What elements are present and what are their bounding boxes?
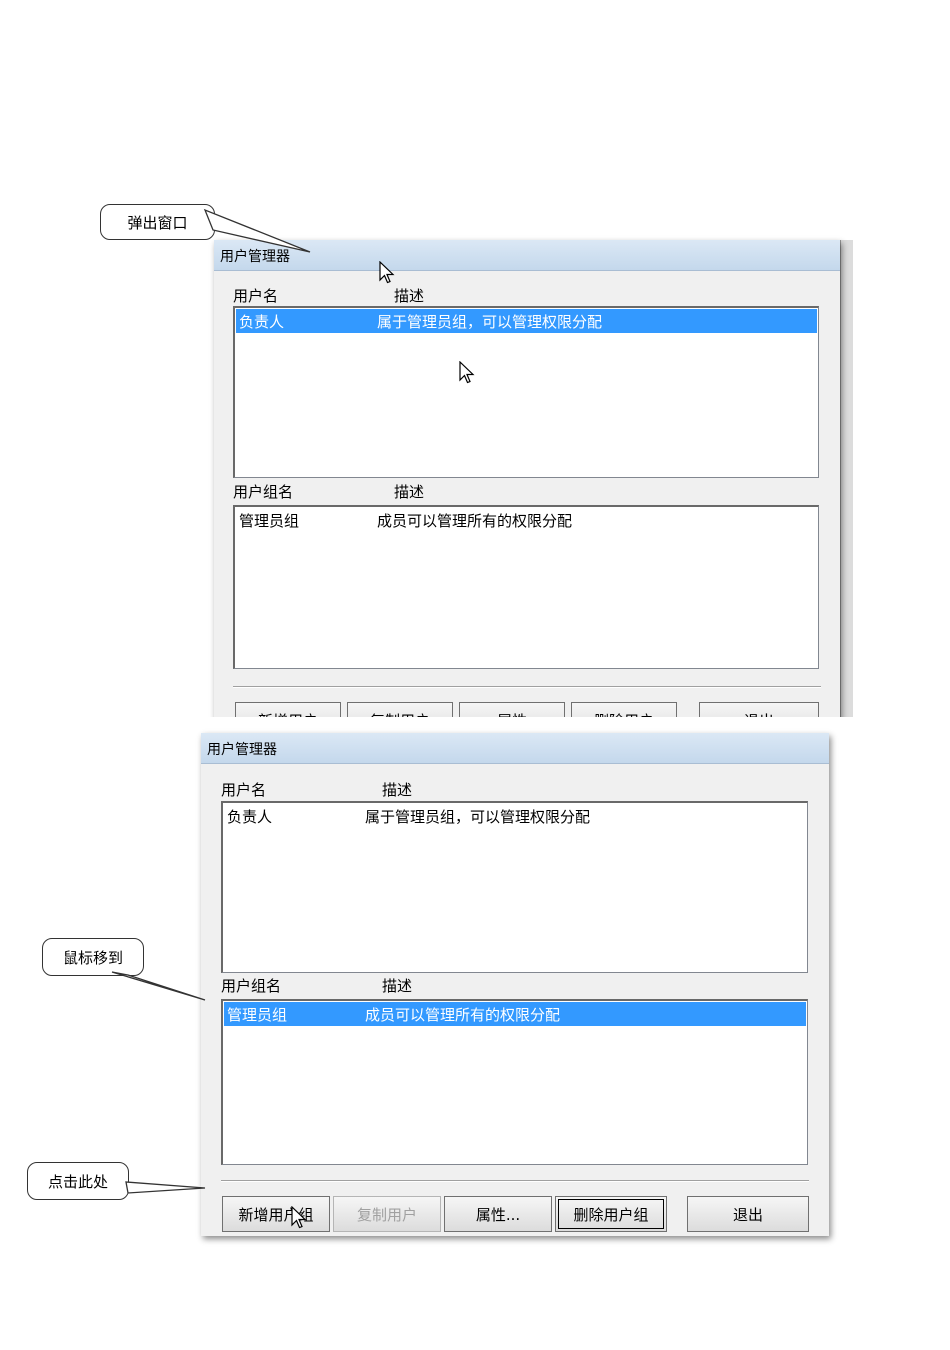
user-desc-header: 描述: [394, 287, 425, 305]
add-user-button[interactable]: 新增用户: [235, 702, 341, 717]
user-list[interactable]: 负责人 属于管理员组，可以管理权限分配: [221, 801, 808, 973]
callout-popup-window: 弹出窗口: [100, 204, 215, 240]
user-list[interactable]: 负责人 属于管理员组，可以管理权限分配: [233, 306, 819, 478]
mouse-cursor-icon: [291, 1206, 307, 1229]
group-list[interactable]: 管理员组 成员可以管理所有的权限分配: [233, 505, 819, 669]
delete-user-button[interactable]: 删除用户: [571, 702, 677, 717]
list-item[interactable]: 管理员组 成员可以管理所有的权限分配: [236, 508, 817, 532]
user-manager-window-top: 用户管理器 用户名 描述 负责人 属于管理员组，可以管理权限分配 用户组名 描述…: [214, 240, 840, 717]
user-desc-cell: 属于管理员组，可以管理权限分配: [377, 313, 603, 331]
user-desc-header: 描述: [382, 781, 413, 799]
exit-button[interactable]: 退出: [687, 1196, 809, 1232]
user-name-header: 用户名: [221, 781, 267, 799]
title-bar[interactable]: 用户管理器: [201, 733, 829, 764]
group-desc-header: 描述: [382, 977, 413, 995]
group-name-cell: 管理员组: [239, 512, 300, 530]
group-desc-cell: 成员可以管理所有的权限分配: [377, 512, 573, 530]
group-name-header: 用户组名: [233, 483, 294, 501]
user-name-cell: 负责人: [239, 313, 285, 331]
group-name-header: 用户组名: [221, 977, 282, 995]
user-name-cell: 负责人: [227, 808, 273, 826]
group-desc-header: 描述: [394, 483, 425, 501]
title-bar[interactable]: 用户管理器: [214, 240, 840, 271]
window-title: 用户管理器: [207, 742, 277, 758]
separator: [221, 1180, 809, 1182]
list-item[interactable]: 负责人 属于管理员组，可以管理权限分配: [224, 804, 806, 828]
copy-user-button[interactable]: 复制用户: [333, 1196, 441, 1232]
background-window-edge: [840, 240, 853, 717]
properties-button[interactable]: 属性: [459, 702, 565, 717]
add-user-group-button[interactable]: 新增用户组: [222, 1196, 330, 1232]
callout-mouse-move: 鼠标移到: [42, 938, 144, 976]
exit-button[interactable]: 退出: [699, 702, 819, 717]
top-window-clip: 用户管理器 用户名 描述 负责人 属于管理员组，可以管理权限分配 用户组名 描述…: [0, 0, 950, 717]
group-desc-cell: 成员可以管理所有的权限分配: [365, 1006, 561, 1024]
user-manager-window-bottom: 用户管理器 用户名 描述 负责人 属于管理员组，可以管理权限分配 用户组名 描述…: [201, 733, 829, 1236]
list-item[interactable]: 负责人 属于管理员组，可以管理权限分配: [236, 309, 817, 333]
callout-click-here: 点击此处: [27, 1162, 129, 1200]
mouse-cursor-icon: [459, 361, 475, 384]
mouse-cursor-icon: [379, 261, 395, 284]
user-name-header: 用户名: [233, 287, 279, 305]
window-title: 用户管理器: [220, 249, 290, 265]
delete-user-group-button[interactable]: 删除用户组: [555, 1196, 667, 1232]
properties-button[interactable]: 属性...: [444, 1196, 552, 1232]
list-item[interactable]: 管理员组 成员可以管理所有的权限分配: [224, 1002, 806, 1026]
user-desc-cell: 属于管理员组，可以管理权限分配: [365, 808, 591, 826]
group-list[interactable]: 管理员组 成员可以管理所有的权限分配: [221, 999, 808, 1165]
group-name-cell: 管理员组: [227, 1006, 288, 1024]
copy-user-button[interactable]: 复制用户: [347, 702, 453, 717]
separator: [233, 686, 821, 688]
